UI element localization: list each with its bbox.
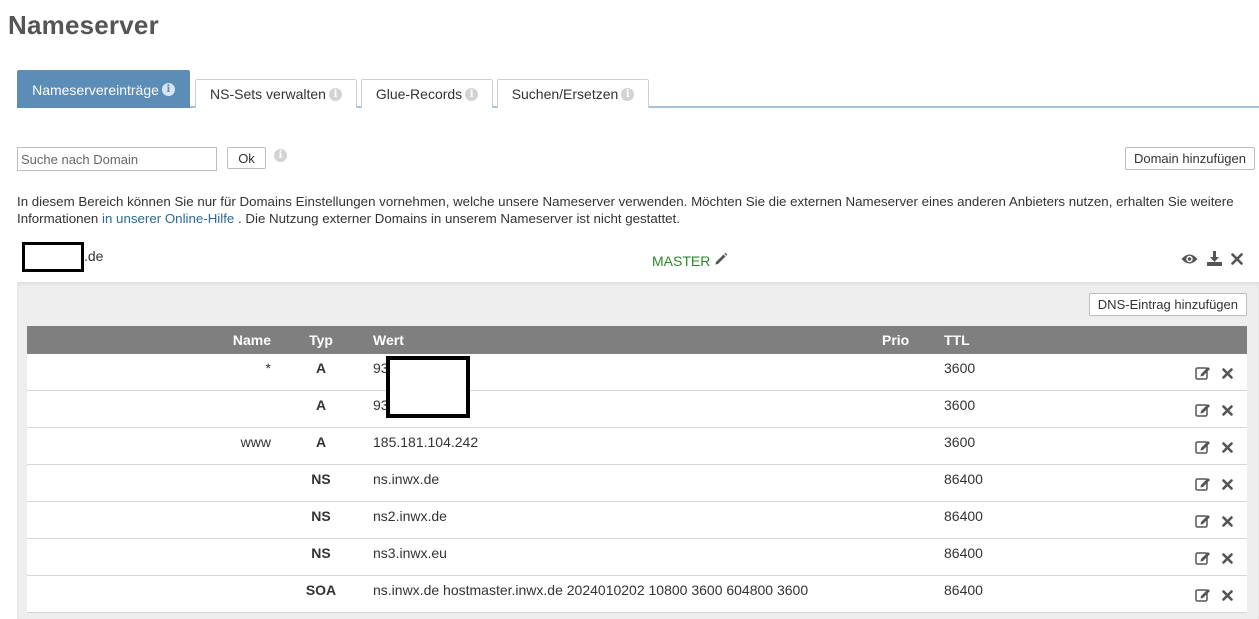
- eye-icon[interactable]: [1181, 252, 1198, 268]
- cell-name: www: [240, 434, 271, 450]
- edit-icon[interactable]: [1195, 513, 1211, 531]
- cell-ttl: 3600: [944, 434, 976, 450]
- dns-table: Name Typ Wert Prio TTL * A 93 3600 A 93 3600 ww…: [27, 326, 1247, 613]
- tab-label: Glue-Records: [375, 86, 463, 102]
- info-icon[interactable]: i: [328, 87, 342, 101]
- edit-icon[interactable]: [1195, 439, 1211, 457]
- info-text-after: . Die Nutzung externer Domains in unsere…: [234, 211, 680, 226]
- delete-icon[interactable]: [1222, 366, 1233, 382]
- cell-typ: NS: [311, 545, 331, 561]
- tab-ns-sets[interactable]: NS-Sets verwalten i: [195, 79, 357, 108]
- tab-label: Nameservereinträge: [32, 81, 159, 98]
- cell-wert: ns3.inwx.eu: [373, 545, 447, 561]
- cell-typ: NS: [311, 471, 331, 487]
- table-row: SOA ns.inwx.de hostmaster.inwx.de 2024010…: [27, 576, 1247, 613]
- online-help-link[interactable]: in unserer Online-Hilfe: [102, 211, 234, 226]
- column-header-typ: Typ: [309, 332, 333, 348]
- delete-icon[interactable]: [1222, 588, 1233, 604]
- row-actions: [1195, 365, 1233, 383]
- row-actions: [1195, 513, 1233, 531]
- domain-suffix: .de: [84, 248, 104, 264]
- table-row: NS ns.inwx.de 86400: [27, 465, 1247, 502]
- table-row: www A 185.181.104.242 3600: [27, 428, 1247, 465]
- search-input[interactable]: [17, 147, 217, 171]
- cell-ttl: 86400: [944, 582, 983, 598]
- page-title: Nameserver: [8, 10, 159, 40]
- download-icon[interactable]: [1207, 251, 1222, 269]
- tab-bar: Nameservereinträge i NS-Sets verwalten i…: [17, 68, 1259, 108]
- redacted-value: [386, 356, 470, 418]
- tab-suchen-ersetzen[interactable]: Suchen/Ersetzen i: [497, 79, 649, 108]
- edit-icon[interactable]: [1195, 365, 1211, 383]
- info-icon[interactable]: i: [161, 83, 175, 96]
- table-row: * A 93 3600: [27, 354, 1247, 391]
- row-actions: [1195, 550, 1233, 568]
- cell-wert: ns.inwx.de: [373, 471, 440, 487]
- ok-button[interactable]: Ok: [227, 147, 266, 169]
- cell-typ: A: [315, 360, 327, 376]
- delete-icon[interactable]: [1222, 477, 1233, 493]
- column-header-prio: Prio: [882, 332, 910, 348]
- delete-icon[interactable]: [1222, 514, 1233, 530]
- cell-ttl: 3600: [944, 397, 976, 413]
- tab-glue-records[interactable]: Glue-Records i: [361, 79, 493, 108]
- cell-wert: 185.181.104.242: [373, 434, 479, 450]
- zone-type-label: MASTER: [652, 252, 711, 269]
- add-dns-entry-button[interactable]: DNS-Eintrag hinzufügen: [1088, 293, 1247, 316]
- cell-typ: NS: [311, 508, 331, 524]
- delete-icon[interactable]: [1222, 551, 1233, 567]
- cell-ttl: 86400: [944, 545, 983, 561]
- table-row: NS ns3.inwx.eu 86400: [27, 539, 1247, 576]
- row-actions: [1195, 439, 1233, 457]
- edit-icon[interactable]: [1195, 550, 1211, 568]
- add-domain-button[interactable]: Domain hinzufügen: [1124, 147, 1255, 170]
- cell-wert: ns.inwx.de hostmaster.inwx.de 2024010202…: [373, 582, 809, 598]
- info-icon[interactable]: i: [465, 87, 479, 101]
- close-icon[interactable]: [1231, 252, 1243, 268]
- table-body: * A 93 3600 A 93 3600 www A 185.181.104.242 3600 NS…: [27, 354, 1247, 613]
- zone-type: MASTER: [652, 252, 728, 269]
- column-header-wert: Wert: [373, 332, 404, 348]
- delete-icon[interactable]: [1222, 403, 1233, 419]
- delete-icon[interactable]: [1222, 440, 1233, 456]
- column-header-ttl: TTL: [944, 332, 970, 348]
- cell-ttl: 86400: [944, 508, 983, 524]
- domain-actions: [1181, 251, 1243, 269]
- cell-typ: SOA: [305, 582, 337, 598]
- cell-ttl: 86400: [944, 471, 983, 487]
- cell-ttl: 3600: [944, 360, 976, 376]
- row-actions: [1195, 587, 1233, 605]
- cell-typ: A: [315, 397, 327, 413]
- cell-wert: ns2.inwx.de: [373, 508, 447, 524]
- tab-label: NS-Sets verwalten: [210, 86, 326, 102]
- edit-icon[interactable]: [1195, 587, 1211, 605]
- column-header-name: Name: [232, 332, 271, 348]
- table-header: Name Typ Wert Prio TTL: [27, 326, 1247, 354]
- info-icon[interactable]: i: [274, 149, 287, 162]
- edit-icon[interactable]: [1195, 402, 1211, 420]
- cell-typ: A: [315, 434, 327, 450]
- cell-name: *: [265, 360, 271, 376]
- table-row: NS ns2.inwx.de 86400: [27, 502, 1247, 539]
- row-actions: [1195, 476, 1233, 494]
- redacted-domain: [22, 242, 84, 272]
- info-icon[interactable]: i: [621, 87, 635, 101]
- edit-icon[interactable]: [1195, 476, 1211, 494]
- pencil-icon[interactable]: [714, 252, 728, 269]
- dns-panel: DNS-Eintrag hinzufügen Name Typ Wert Pri…: [17, 282, 1259, 619]
- tab-label: Suchen/Ersetzen: [511, 86, 619, 102]
- info-text: In diesem Bereich können Sie nur für Dom…: [17, 193, 1247, 227]
- row-actions: [1195, 402, 1233, 420]
- tab-nameservereintraege[interactable]: Nameservereinträge i: [17, 70, 190, 108]
- table-row: A 93 3600: [27, 391, 1247, 428]
